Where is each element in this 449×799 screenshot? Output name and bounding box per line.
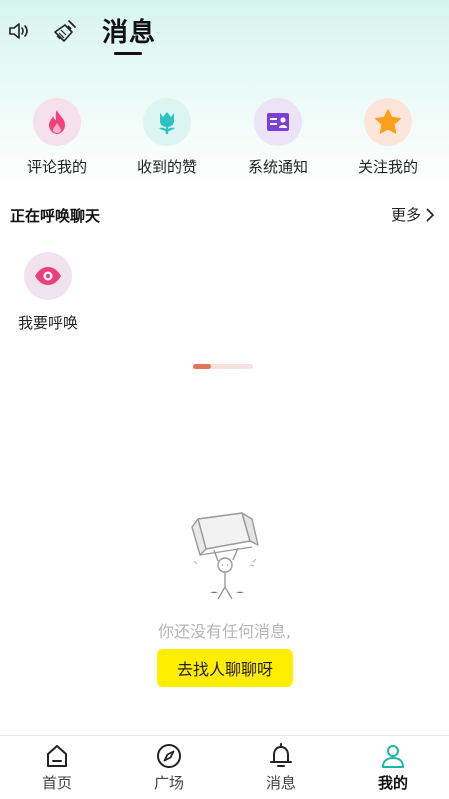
quick-likes-circle [143, 98, 191, 146]
quick-comments-label: 评论我的 [26, 158, 87, 176]
tab-me[interactable]: 我的 [337, 736, 449, 799]
quick-followers-label: 关注我的 [357, 158, 418, 176]
quick-followers-circle [364, 98, 412, 146]
quick-likes-label: 收到的赞 [136, 158, 197, 176]
summon-section-header: 正在呼唤聊天 更多 [0, 202, 449, 228]
quick-system[interactable]: 系统通知 [228, 98, 328, 177]
tab-messages[interactable]: 消息 [225, 736, 337, 799]
title-underline [114, 52, 142, 55]
tab-messages-label: 消息 [265, 774, 296, 792]
quick-likes[interactable]: 收到的赞 [117, 98, 217, 177]
bell-icon [270, 743, 292, 767]
more-link[interactable]: 更多 [391, 204, 435, 225]
compass-icon [157, 744, 181, 768]
broom-icon[interactable] [52, 18, 78, 44]
summon-button[interactable]: 我要呼唤 [8, 252, 88, 333]
summon-circle [24, 252, 72, 300]
chevron-right-icon [426, 207, 435, 222]
tab-square[interactable]: 广场 [113, 736, 225, 799]
quick-system-label: 系统通知 [247, 158, 308, 176]
summon-label: 我要呼唤 [17, 314, 78, 332]
eye-icon [35, 267, 61, 285]
quick-followers[interactable]: 关注我的 [338, 98, 438, 177]
home-icon [47, 745, 67, 767]
id-card-icon [267, 113, 289, 131]
star-icon [375, 109, 401, 134]
quick-actions: 评论我的 收到的赞 系统通知 关注我的 [0, 98, 449, 180]
find-chat-button[interactable]: 去找人聊聊呀 [157, 649, 293, 687]
tulip-icon [159, 112, 175, 134]
tab-me-label: 我的 [377, 774, 408, 792]
page-title: 消息 [102, 18, 157, 48]
page-indicator [193, 364, 253, 369]
header: 消息 [0, 0, 449, 70]
bottom-tab-bar: 首页 广场 消息 我的 [0, 735, 449, 799]
section-title: 正在呼唤聊天 [10, 207, 101, 225]
quick-comments-circle [33, 98, 81, 146]
tab-square-label: 广场 [153, 774, 184, 792]
page-indicator-active [193, 364, 211, 369]
profile-icon [382, 745, 404, 768]
quick-comments[interactable]: 评论我的 [7, 98, 107, 177]
quick-system-circle [254, 98, 302, 146]
more-label: 更多 [390, 206, 421, 224]
flame-icon [49, 110, 65, 134]
empty-box-illustration [191, 512, 259, 600]
speaker-icon[interactable] [6, 18, 32, 44]
tab-home[interactable]: 首页 [1, 736, 113, 799]
empty-message: 你还没有任何消息, [157, 622, 292, 641]
tab-home-label: 首页 [41, 774, 72, 792]
